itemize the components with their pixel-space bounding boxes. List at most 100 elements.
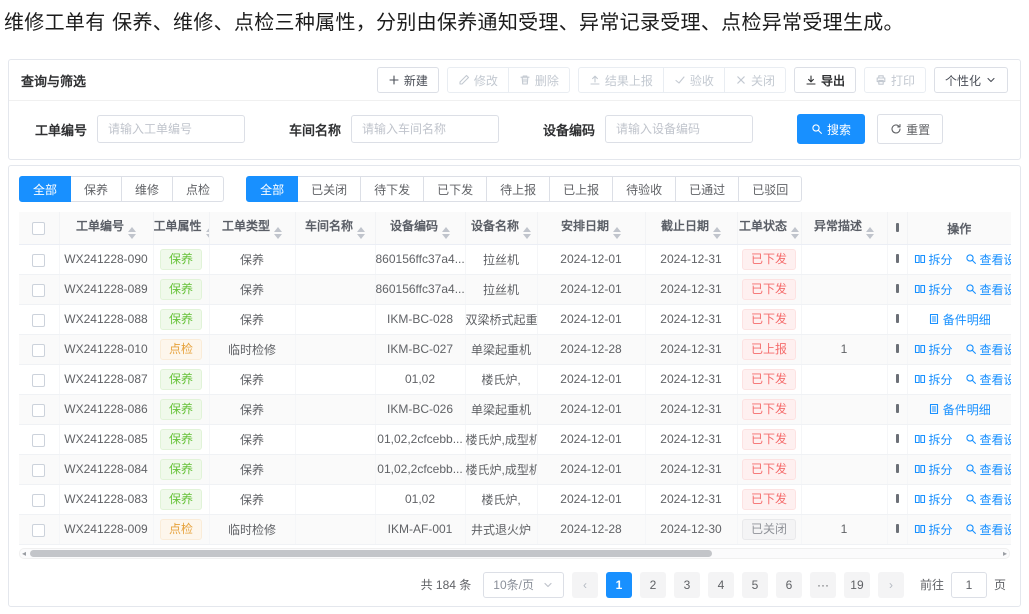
result-report-button[interactable]: 结果上报: [578, 67, 664, 93]
tab-status-0[interactable]: 全部: [246, 176, 298, 202]
attr-badge: 保养: [160, 489, 202, 510]
print-button[interactable]: 打印: [864, 67, 926, 93]
jump-page-input[interactable]: [951, 572, 987, 598]
sort-icon[interactable]: [523, 227, 531, 239]
view-device-action[interactable]: 查看设备: [965, 281, 1011, 298]
spare-detail-action[interactable]: 备件明细: [928, 311, 991, 328]
page-button-19[interactable]: 19: [844, 572, 870, 598]
spare-detail-action[interactable]: 备件明细: [928, 401, 991, 418]
search-icon: [965, 283, 977, 295]
sort-icon[interactable]: [866, 227, 874, 239]
close-button[interactable]: 关闭: [724, 67, 786, 93]
tab-attribute-1[interactable]: 保养: [70, 176, 122, 202]
row-checkbox[interactable]: [32, 404, 45, 417]
sort-icon[interactable]: [128, 227, 136, 239]
split-action[interactable]: 拆分: [914, 491, 953, 508]
status-badge: 已关闭: [742, 519, 796, 540]
order-no-input[interactable]: [97, 115, 245, 143]
workshop-name-input[interactable]: [351, 115, 499, 143]
device-code-input[interactable]: [605, 115, 753, 143]
select-all-checkbox[interactable]: [32, 222, 45, 235]
sort-icon[interactable]: [613, 227, 621, 239]
split-action[interactable]: 拆分: [914, 461, 953, 478]
page-button-4[interactable]: 4: [708, 572, 734, 598]
view-device-action[interactable]: 查看设备: [965, 371, 1011, 388]
split-action[interactable]: 拆分: [914, 521, 953, 538]
sort-icon[interactable]: [791, 227, 799, 239]
page-button-5[interactable]: 5: [742, 572, 768, 598]
tab-status-4[interactable]: 待上报: [486, 176, 550, 202]
tab-status-3[interactable]: 已下发: [423, 176, 487, 202]
edit-button[interactable]: 修改: [447, 67, 509, 93]
row-checkbox[interactable]: [32, 494, 45, 507]
row-checkbox[interactable]: [32, 374, 45, 387]
cell-plan-date: 2024-12-01: [537, 304, 645, 334]
scroll-left-arrow-icon[interactable]: ◂: [22, 549, 26, 558]
search-button[interactable]: 搜索: [797, 114, 865, 144]
row-checkbox[interactable]: [32, 524, 45, 537]
page-button-6[interactable]: 6: [776, 572, 802, 598]
cell-device-name: 楼氏炉,成型机...: [465, 424, 537, 454]
split-action[interactable]: 拆分: [914, 281, 953, 298]
sort-icon[interactable]: [357, 227, 365, 239]
next-page-button[interactable]: ›: [878, 572, 904, 598]
tab-status-8[interactable]: 已驳回: [738, 176, 802, 202]
row-select-cell: [19, 394, 59, 424]
view-device-action[interactable]: 查看设备: [965, 491, 1011, 508]
view-device-action[interactable]: 查看设备: [965, 431, 1011, 448]
horizontal-scrollbar[interactable]: ◂ ▸: [19, 548, 1010, 559]
split-action[interactable]: 拆分: [914, 251, 953, 268]
row-checkbox[interactable]: [32, 284, 45, 297]
tab-attribute-0[interactable]: 全部: [19, 176, 71, 202]
row-checkbox[interactable]: [32, 254, 45, 267]
sort-icon[interactable]: [442, 227, 450, 239]
accept-button[interactable]: 验收: [663, 67, 725, 93]
new-button[interactable]: 新建: [377, 67, 439, 93]
total-count: 共 184 条: [421, 576, 472, 593]
tab-status-6[interactable]: 待验收: [612, 176, 676, 202]
page-button-1[interactable]: 1: [606, 572, 632, 598]
scrollbar-thumb[interactable]: [30, 550, 712, 557]
prev-page-button[interactable]: ‹: [572, 572, 598, 598]
tab-status-5[interactable]: 已上报: [549, 176, 613, 202]
col-type: 工单类型: [209, 212, 295, 244]
cell-device-code: 01,02: [375, 484, 465, 514]
tab-attribute-2[interactable]: 维修: [121, 176, 173, 202]
cell-status: 已下发: [737, 304, 801, 334]
table-row: WX241228-085保养保养01,02,2cfcebb...楼氏炉,成型机.…: [19, 424, 1011, 454]
view-device-action[interactable]: 查看设备: [965, 251, 1011, 268]
tab-status-2[interactable]: 待下发: [360, 176, 424, 202]
cell-order-no: WX241228-083: [59, 484, 153, 514]
clipped-cell: [887, 274, 907, 304]
tab-status-1[interactable]: 已关闭: [297, 176, 361, 202]
split-action[interactable]: 拆分: [914, 431, 953, 448]
personalize-button[interactable]: 个性化: [934, 67, 1008, 93]
sort-icon[interactable]: [274, 227, 282, 239]
page-button-2[interactable]: 2: [640, 572, 666, 598]
scroll-right-arrow-icon[interactable]: ▸: [1003, 549, 1007, 558]
delete-button[interactable]: 删除: [508, 67, 570, 93]
sort-icon[interactable]: [206, 227, 209, 239]
intro-text: 维修工单有 保养、维修、点检三种属性，分别由保养通知受理、异常记录受理、点检异常…: [4, 7, 1023, 37]
row-checkbox[interactable]: [32, 464, 45, 477]
split-action[interactable]: 拆分: [914, 341, 953, 358]
tab-attribute-3[interactable]: 点检: [172, 176, 224, 202]
export-button[interactable]: 导出: [794, 67, 856, 93]
cell-device-code: 01,02: [375, 364, 465, 394]
view-device-action[interactable]: 查看设备: [965, 341, 1011, 358]
page-size-select[interactable]: 10条/页: [483, 572, 564, 598]
page-button-3[interactable]: 3: [674, 572, 700, 598]
reset-button[interactable]: 重置: [877, 114, 943, 144]
row-checkbox[interactable]: [32, 314, 45, 327]
cell-device-code: IKM-BC-026: [375, 394, 465, 424]
view-device-action[interactable]: 查看设备: [965, 461, 1011, 478]
page-ellipsis[interactable]: ···: [810, 572, 836, 598]
sort-icon[interactable]: [713, 227, 721, 239]
row-select-cell: [19, 304, 59, 334]
row-checkbox[interactable]: [32, 434, 45, 447]
row-select-cell: [19, 484, 59, 514]
row-checkbox[interactable]: [32, 344, 45, 357]
view-device-action[interactable]: 查看设备: [965, 521, 1011, 538]
tab-status-7[interactable]: 已通过: [675, 176, 739, 202]
split-action[interactable]: 拆分: [914, 371, 953, 388]
